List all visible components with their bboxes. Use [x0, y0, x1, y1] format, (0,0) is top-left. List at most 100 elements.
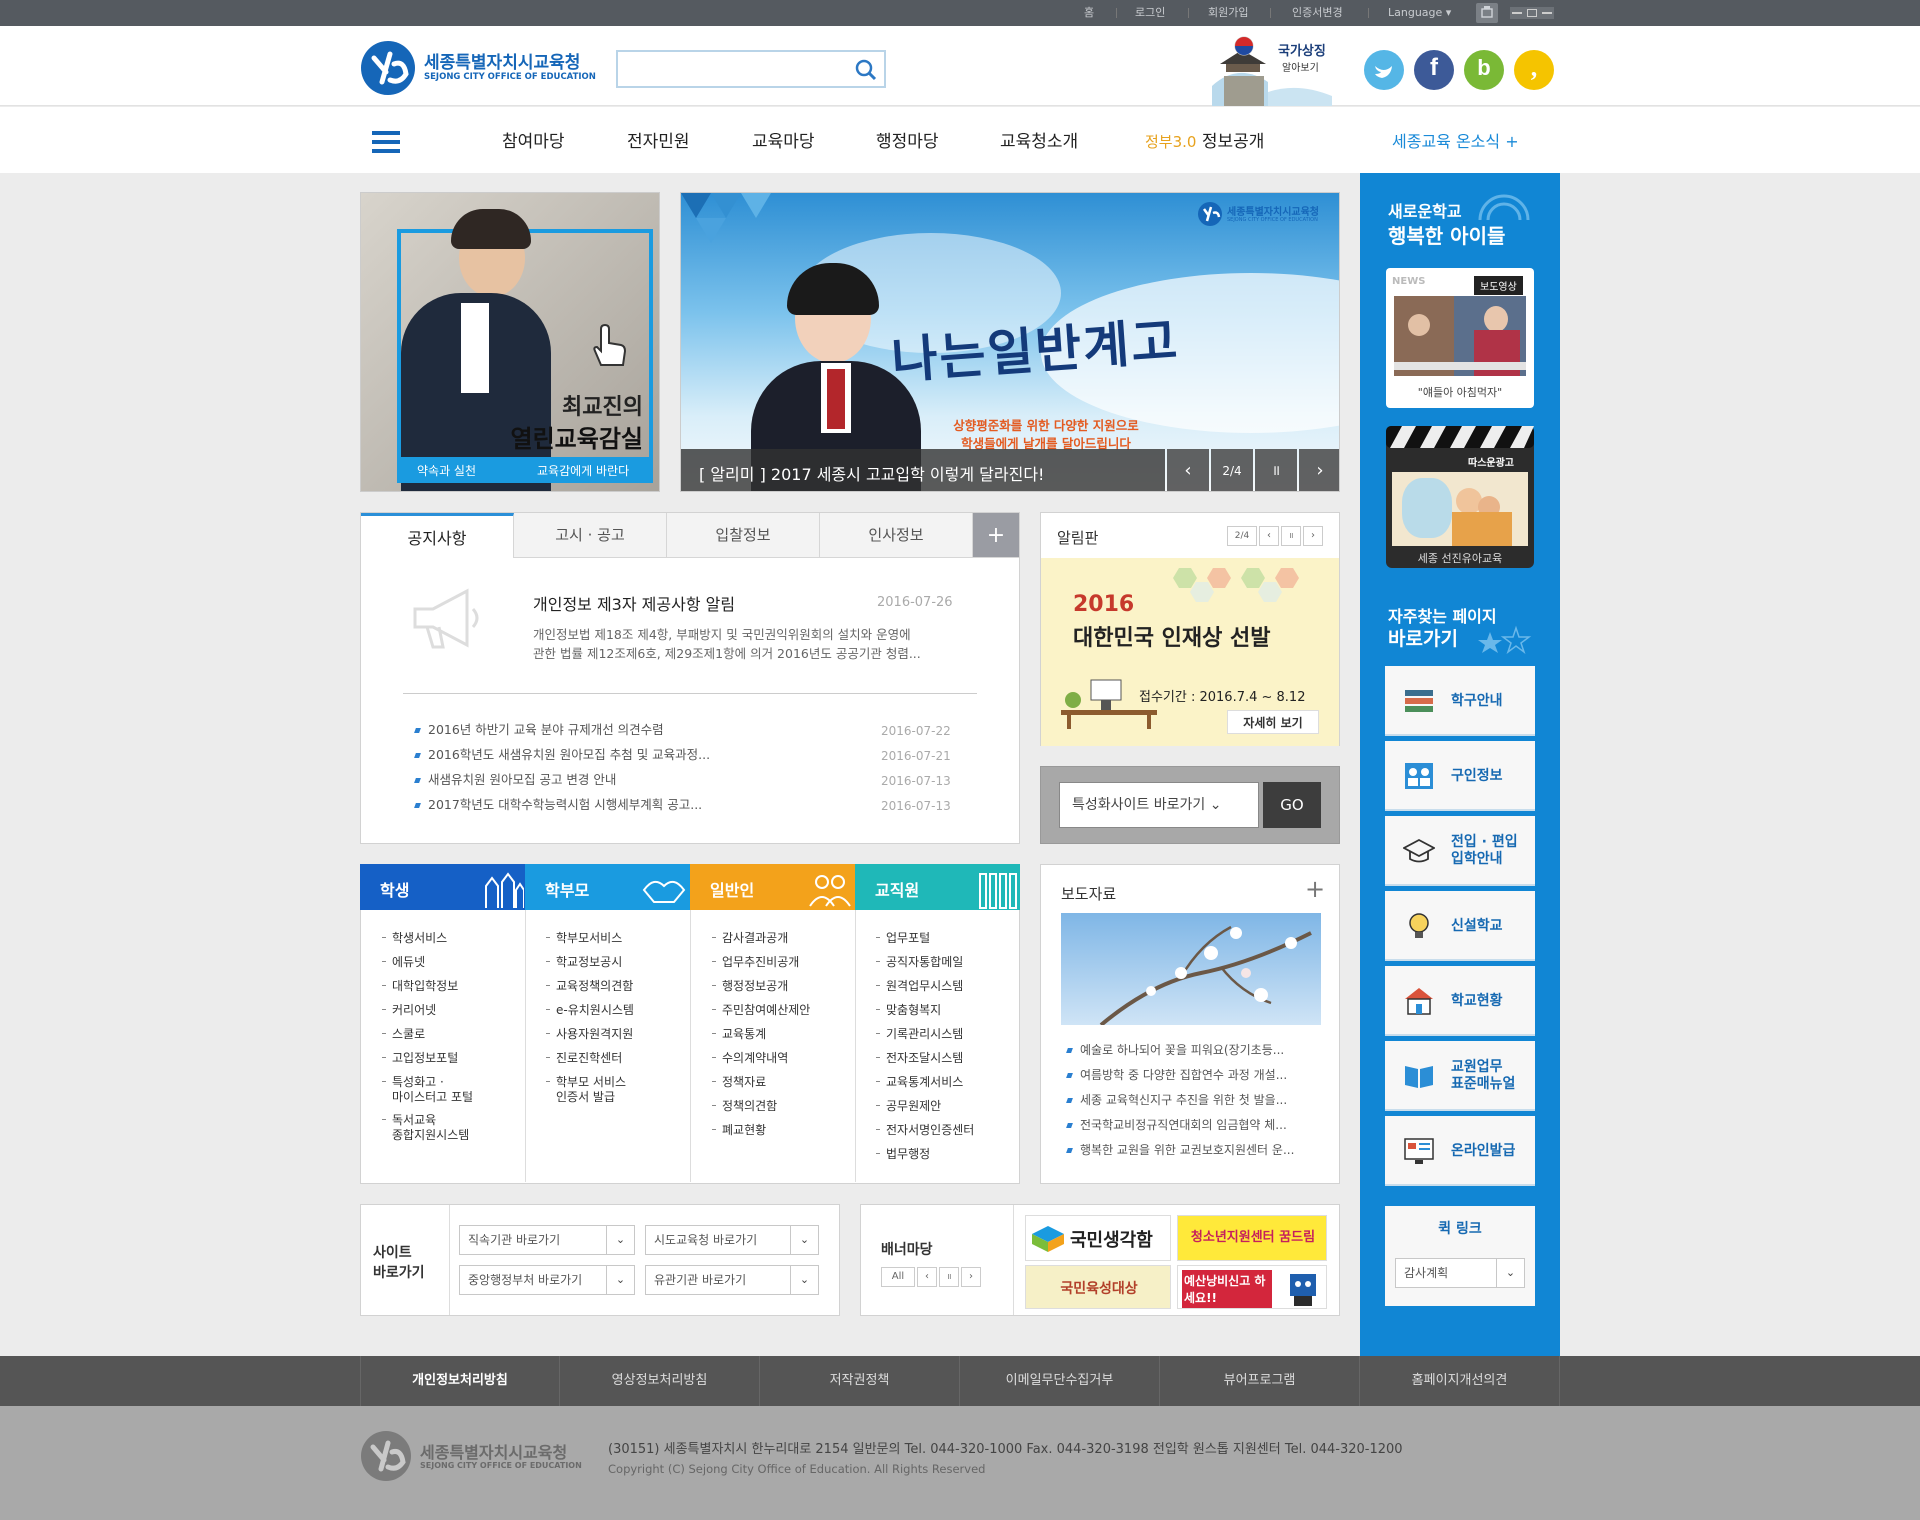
quick-transfer-admission[interactable]: 전입 · 편입 입학안내 — [1385, 816, 1535, 886]
category-link[interactable]: 정책의견함 — [711, 1099, 777, 1114]
category-link[interactable]: 스쿨로 — [381, 1027, 425, 1042]
footer-link-email-refusal[interactable]: 이메일무단수집거부 — [960, 1356, 1160, 1406]
category-link[interactable]: 정책자료 — [711, 1075, 766, 1090]
banner-next-button[interactable]: › — [1299, 449, 1339, 491]
alim-pause-button[interactable]: ॥ — [1281, 526, 1301, 546]
quick-link-select[interactable]: 감사계획 ⌄ — [1395, 1258, 1525, 1288]
quick-school-status[interactable]: 학교현황 — [1385, 966, 1535, 1036]
banner-pause-button[interactable]: ॥ — [1255, 449, 1297, 491]
category-link[interactable]: 전자조달시스템 — [875, 1051, 963, 1066]
list-item[interactable]: 여름방학 중 다양한 집합연수 과정 개설... — [1066, 1064, 1287, 1086]
superintendent-promo[interactable]: 최교진의 열린교육감실 약속과 실천 교육감에게 바란다 — [360, 192, 660, 492]
quick-online-issue[interactable]: 온라인발급 — [1385, 1116, 1535, 1186]
category-link[interactable]: 법무행정 — [875, 1147, 930, 1162]
category-link[interactable]: 원격업무시스템 — [875, 979, 963, 994]
category-link[interactable]: 전자서명인증센터 — [875, 1123, 974, 1138]
list-item[interactable]: 예술로 하나되어 꽃을 피워요(장기초등... — [1066, 1039, 1284, 1061]
promo-link-promise[interactable]: 약속과 실천 — [417, 462, 476, 479]
category-link[interactable]: 감사결과공개 — [711, 931, 788, 946]
main-banner[interactable]: 세종특별자치시교육청 SEJONG CITY OFFICE OF EDUCATI… — [680, 192, 1340, 492]
news-video-card[interactable]: NEWS 보도영상 "얘들아 아침먹자" — [1386, 268, 1534, 408]
promo-link-request[interactable]: 교육감에게 바란다 — [537, 462, 629, 479]
category-link[interactable]: e-유치원시스템 — [546, 1003, 634, 1018]
nav-item-about[interactable]: 교육청소개 — [1000, 107, 1078, 173]
central-agency-select[interactable]: 중앙행정부처 바로가기 ⌄ — [459, 1265, 635, 1295]
category-link[interactable]: 특성화고 · 마이스터고 포털 — [381, 1075, 473, 1105]
category-link[interactable]: 공직자통합메일 — [875, 955, 963, 970]
quick-teacher-manual[interactable]: 교원업무 표준매뉴얼 — [1385, 1041, 1535, 1111]
go-button[interactable]: GO — [1263, 782, 1321, 828]
menu-icon[interactable] — [372, 131, 400, 153]
list-item[interactable]: 2017학년도 대학수학능력시험 시행세부계획 공고... — [414, 794, 702, 816]
alim-detail-button[interactable]: 자세히 보기 — [1227, 710, 1319, 734]
footer-link-privacy[interactable]: 개인정보처리방침 — [360, 1356, 560, 1406]
logo[interactable]: 세종특별자치시교육청 SEJONG CITY OFFICE OF EDUCATI… — [360, 40, 596, 96]
quick-job-info[interactable]: 구인정보 — [1385, 741, 1535, 811]
list-item[interactable]: 전국학교비정규직연대회의 임금협약 체... — [1066, 1114, 1287, 1136]
national-symbol-banner[interactable]: 국가상징 알아보기 — [1208, 32, 1332, 106]
print-icon[interactable] — [1476, 3, 1498, 23]
footer-link-feedback[interactable]: 홈페이지개선의견 — [1360, 1356, 1560, 1406]
banner-youth-center[interactable]: 청소년지원센터 꿈드림 — [1177, 1215, 1327, 1261]
category-link[interactable]: 공무원제안 — [875, 1099, 941, 1114]
nav-item-information-disclosure[interactable]: 정부3.0 정보공개 — [1145, 107, 1264, 173]
category-link[interactable]: 사용자원격지원 — [545, 1027, 633, 1042]
list-item[interactable]: 새샘유치원 원아모집 공고 변경 안내 — [414, 769, 616, 791]
banner-caption[interactable]: [ 알리미 ] 2017 세종시 고교입학 이렇게 달라진다! — [699, 461, 1044, 485]
category-link[interactable]: 기록관리시스템 — [875, 1027, 963, 1042]
nav-item-administration[interactable]: 행정마당 — [876, 107, 939, 173]
banner-pause-button[interactable]: ॥ — [939, 1267, 959, 1287]
facebook-icon[interactable]: f — [1414, 50, 1454, 90]
login-link[interactable]: 로그인 — [1135, 0, 1165, 26]
sejong-news-link[interactable]: 세종교육 온소식 + — [1392, 107, 1519, 173]
language-select[interactable]: Language ▾ — [1388, 0, 1451, 26]
cert-link[interactable]: 인증서변경 — [1292, 0, 1343, 26]
list-item[interactable]: 2016년 하반기 교육 분야 규제개선 의견수렴 — [414, 719, 664, 741]
tab-announcement[interactable]: 고시 · 공고 — [514, 513, 667, 558]
kakao-story-icon[interactable]: , — [1514, 50, 1554, 90]
related-agency-select[interactable]: 유관기관 바로가기 ⌄ — [645, 1265, 819, 1295]
category-link[interactable]: 커리어넷 — [381, 1003, 436, 1018]
press-more-button[interactable]: + — [1305, 875, 1325, 903]
footer-link-cctv[interactable]: 영상정보처리방침 — [560, 1356, 760, 1406]
regional-office-select[interactable]: 시도교육청 바로가기 ⌄ — [645, 1225, 819, 1255]
category-link[interactable]: 학부모 서비스 인증서 발급 — [545, 1075, 626, 1105]
banner-budget-report[interactable]: 예산낭비신고 하세요!! — [1177, 1265, 1327, 1309]
list-item[interactable]: 행복한 교원을 위한 교권보호지원센터 운... — [1066, 1139, 1294, 1161]
tab-personnel[interactable]: 인사정보 — [820, 513, 973, 558]
alim-banner[interactable]: 2016 대한민국 인재상 선발 접수기간 : 2016.7.4 ~ 8.12 … — [1041, 558, 1339, 746]
banner-prev-button[interactable]: ‹ — [917, 1267, 937, 1287]
press-photo[interactable] — [1061, 913, 1321, 1025]
blog-icon[interactable]: b — [1464, 50, 1504, 90]
tab-notice[interactable]: 공지사항 — [361, 513, 514, 558]
home-link[interactable]: 홈 — [1084, 0, 1094, 26]
quick-school-district[interactable]: 학구안내 — [1385, 666, 1535, 736]
notice-more-button[interactable]: + — [973, 513, 1019, 558]
list-item[interactable]: 2016학년도 새샘유치원 원아모집 추첨 및 교육과정... — [414, 744, 710, 766]
category-link[interactable]: 고입정보포털 — [381, 1051, 458, 1066]
category-link[interactable]: 학부모서비스 — [545, 931, 622, 946]
category-link[interactable]: 대학입학정보 — [381, 979, 458, 994]
alim-next-button[interactable]: › — [1303, 526, 1323, 546]
category-link[interactable]: 업무추진비공개 — [711, 955, 799, 970]
nav-item-education[interactable]: 교육마당 — [752, 107, 815, 173]
nav-item-civil-service[interactable]: 전자민원 — [627, 107, 690, 173]
category-link[interactable]: 수의계약내역 — [711, 1051, 788, 1066]
zoom-control[interactable] — [1510, 7, 1554, 19]
affiliated-select[interactable]: 직속기관 바로가기 ⌄ — [459, 1225, 635, 1255]
banner-prev-button[interactable]: ‹ — [1167, 449, 1209, 491]
category-link[interactable]: 학교정보공시 — [545, 955, 622, 970]
search-icon[interactable] — [854, 58, 878, 82]
tab-bid[interactable]: 입찰정보 — [667, 513, 820, 558]
banner-next-button[interactable]: › — [961, 1267, 981, 1287]
category-link[interactable]: 맞춤형복지 — [875, 1003, 941, 1018]
special-site-select[interactable]: 특성화사이트 바로가기 ⌄ — [1059, 782, 1259, 828]
category-link[interactable]: 행정정보공개 — [711, 979, 788, 994]
category-link[interactable]: 교육정책의견함 — [545, 979, 633, 994]
join-link[interactable]: 회원가입 — [1208, 0, 1248, 26]
nav-item-participation[interactable]: 참여마당 — [502, 107, 565, 173]
search-input[interactable] — [622, 56, 842, 82]
category-link[interactable]: 에듀넷 — [381, 955, 425, 970]
banner-all-button[interactable]: All — [881, 1267, 915, 1287]
footer-link-viewer[interactable]: 뷰어프로그램 — [1160, 1356, 1360, 1406]
